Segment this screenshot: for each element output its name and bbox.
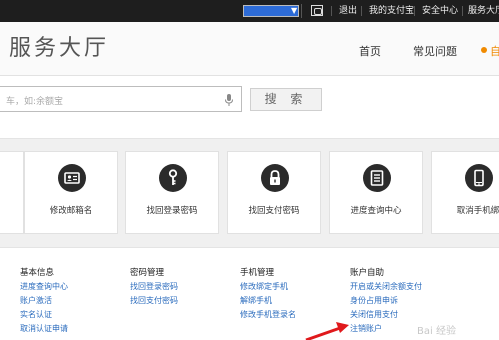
page: ▼ 退出 我的支付宝 安全中心 服务大厅 服务大厅 首页 常见问题 自 车，如:… bbox=[0, 0, 499, 340]
watermark: Bai 经验 bbox=[417, 326, 456, 337]
annotation-arrow-icon bbox=[305, 322, 349, 340]
